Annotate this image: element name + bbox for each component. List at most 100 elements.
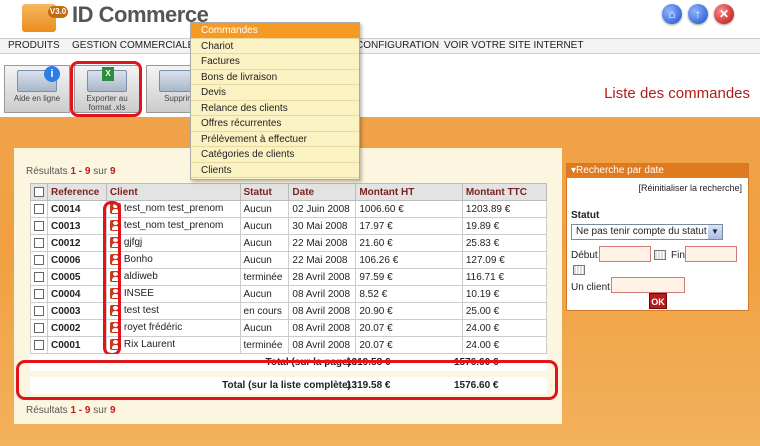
cell-reference[interactable]: C0001	[47, 336, 107, 354]
row-checkbox[interactable]	[34, 254, 44, 265]
cell-reference[interactable]: C0014	[47, 200, 107, 218]
chevron-down-icon[interactable]: ▼	[708, 225, 722, 239]
debut-date-input[interactable]	[599, 246, 651, 262]
menu-configuration[interactable]: CONFIGURATION	[356, 40, 439, 51]
col-date[interactable]: Date	[288, 183, 357, 201]
calendar-icon[interactable]	[573, 265, 585, 275]
cell-montant-ttc-text: 1203.89 €	[465, 203, 511, 215]
close-icon[interactable]: ✕	[714, 4, 734, 24]
row-checkbox[interactable]	[34, 220, 44, 231]
col-client[interactable]: Client	[105, 183, 241, 201]
cell-client[interactable]: test_nom test_prenom	[105, 217, 241, 235]
cell-montant-ht-text: 20.07 €	[359, 322, 393, 334]
col-montant-ht[interactable]: Montant HT	[355, 183, 463, 201]
cell-statut: en cours	[239, 302, 290, 320]
row-checkbox-cell[interactable]	[30, 251, 48, 269]
row-checkbox[interactable]	[34, 305, 44, 316]
cell-reference[interactable]: C0006	[47, 251, 107, 269]
cell-client-text: test_nom test_prenom	[123, 220, 224, 232]
row-checkbox-cell[interactable]	[30, 336, 48, 354]
menu-voir-site[interactable]: VOIR VOTRE SITE INTERNET	[444, 40, 583, 51]
row-checkbox[interactable]	[34, 237, 44, 248]
dropdown-item-devis[interactable]: Devis	[191, 85, 359, 101]
cell-montant-ttc: 10.19 €	[461, 285, 548, 303]
cell-client[interactable]: INSEE	[105, 285, 241, 303]
row-checkbox-cell[interactable]	[30, 319, 48, 337]
row-checkbox-cell[interactable]	[30, 234, 48, 252]
cell-statut-text: Aucun	[243, 254, 272, 266]
cell-reference[interactable]: C0003	[47, 302, 107, 320]
home-icon[interactable]: ⌂	[662, 4, 682, 24]
cell-reference[interactable]: C0012	[47, 234, 107, 252]
row-checkbox[interactable]	[34, 288, 44, 299]
cell-reference[interactable]: C0005	[47, 268, 107, 286]
help-button[interactable]: i Aide en ligne	[4, 65, 70, 113]
dropdown-item-relance-des-clients[interactable]: Relance des clients	[191, 101, 359, 116]
client-label: Un client	[571, 282, 610, 293]
cell-reference[interactable]: C0013	[47, 217, 107, 235]
col-statut[interactable]: Statut	[239, 183, 290, 201]
app-header: V3.0 ID Commerce ⌂ ↑ ✕	[0, 0, 760, 38]
cell-montant-ht: 17.97 €	[355, 217, 463, 235]
cell-montant-ht-text: 97.59 €	[359, 271, 393, 283]
search-panel-title[interactable]: ▾Recherche par date	[567, 164, 748, 178]
calendar-icon[interactable]	[654, 250, 666, 260]
select-all-checkbox-cell[interactable]	[30, 183, 48, 201]
cell-statut: Aucun	[239, 251, 290, 269]
col-reference[interactable]: Reference	[47, 183, 107, 201]
dropdown-item-pr-l-vement-effectuer[interactable]: Prélèvement à effectuer	[191, 132, 359, 147]
reset-search-link[interactable]: [Réinitialiser la recherche]	[638, 183, 742, 193]
row-checkbox[interactable]	[34, 339, 44, 350]
monitor-icon: i	[17, 66, 60, 92]
cell-date-text: 22 Mai 2008	[292, 237, 348, 249]
row-checkbox-cell[interactable]	[30, 217, 48, 235]
dropdown-item-commandes[interactable]: Commandes	[191, 23, 359, 39]
up-icon[interactable]: ↑	[688, 4, 708, 24]
cell-client[interactable]: royet frédéric	[105, 319, 241, 337]
ok-button[interactable]: OK	[649, 293, 667, 309]
menu-gestion-commerciale[interactable]: GESTION COMMERCIALE	[72, 40, 194, 51]
cell-date: 28 Avril 2008	[288, 268, 357, 286]
cell-client-text: gjfgj	[123, 237, 143, 249]
dropdown-item-offres-r-currentes[interactable]: Offres récurrentes	[191, 116, 359, 132]
cell-client[interactable]: test_nom test_prenom	[105, 200, 241, 218]
row-checkbox-cell[interactable]	[30, 268, 48, 286]
row-checkbox[interactable]	[34, 322, 44, 333]
cell-client[interactable]: gjfgj	[105, 234, 241, 252]
dropdown-item-cat-gories-de-clients[interactable]: Catégories de clients	[191, 147, 359, 163]
cell-client[interactable]: Rix Laurent	[105, 336, 241, 354]
cell-montant-ttc-text: 25.00 €	[465, 305, 500, 317]
cell-client[interactable]: aldiweb	[105, 268, 241, 286]
select-all-checkbox[interactable]	[34, 186, 44, 197]
cell-reference[interactable]: C0002	[47, 319, 107, 337]
col-montant-ttc[interactable]: Montant TTC	[461, 183, 548, 201]
cell-statut-text: Aucun	[243, 237, 272, 249]
cell-statut-text: Aucun	[243, 288, 272, 300]
row-checkbox-cell[interactable]	[30, 302, 48, 320]
row-checkbox-cell[interactable]	[30, 285, 48, 303]
cell-montant-ht: 20.07 €	[355, 336, 463, 354]
menu-produits[interactable]: PRODUITS	[8, 40, 60, 51]
cell-client[interactable]: Bonho	[105, 251, 241, 269]
cell-date: 08 Avril 2008	[288, 285, 357, 303]
cell-statut: Aucun	[239, 234, 290, 252]
cell-montant-ttc: 24.00 €	[461, 319, 548, 337]
dropdown-item-chariot[interactable]: Chariot	[191, 39, 359, 54]
dropdown-item-clients[interactable]: Clients	[191, 163, 359, 178]
cell-client[interactable]: test test	[105, 302, 241, 320]
row-checkbox[interactable]	[34, 271, 44, 282]
cell-date-text: 08 Avril 2008	[292, 305, 351, 317]
cell-client-text: Rix Laurent	[123, 339, 176, 351]
cell-date-text: 08 Avril 2008	[292, 339, 351, 351]
row-checkbox[interactable]	[34, 203, 44, 214]
client-icons-highlight	[103, 201, 121, 356]
fin-date-input[interactable]	[685, 246, 737, 262]
cell-reference[interactable]: C0004	[47, 285, 107, 303]
statut-select[interactable]: Ne pas tenir compte du statut ▼	[571, 224, 723, 240]
info-icon: i	[44, 66, 60, 82]
dropdown-item-bons-de-livraison[interactable]: Bons de livraison	[191, 70, 359, 85]
dropdown-item-factures[interactable]: Factures	[191, 54, 359, 70]
client-input[interactable]	[611, 277, 685, 293]
row-checkbox-cell[interactable]	[30, 200, 48, 218]
toolbar: i Aide en ligne X Exporter au format .xl…	[0, 55, 760, 117]
